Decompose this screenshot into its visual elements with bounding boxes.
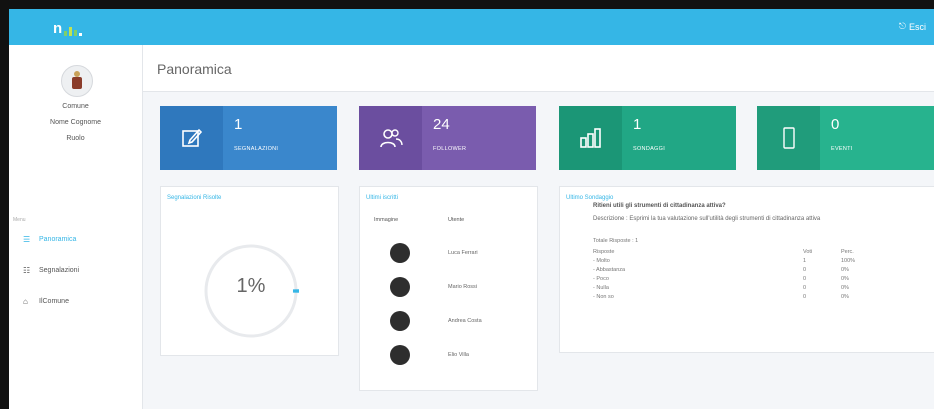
sidebar-item-label: Segnalazioni [39, 267, 80, 274]
tile-label: SONDAGGI [633, 146, 666, 152]
header-risposte: Risposte [593, 249, 615, 255]
sidebar: Comune Nome Cognome Ruolo Menu ☰ Panoram… [9, 45, 143, 409]
top-bar: n ⎋ Esci [9, 9, 934, 45]
list-item: Elio Villa [360, 345, 537, 369]
tile-value: 1 [234, 116, 243, 133]
sidebar-item-segnalazioni[interactable]: ☷ Segnalazioni [23, 266, 80, 275]
answer-label: - Poco [593, 276, 609, 282]
chart-icon [559, 106, 622, 170]
user-name[interactable]: Luca Ferrari [448, 250, 478, 256]
tile-value: 0 [831, 116, 840, 133]
tile-label: FOLLOWER [433, 146, 467, 152]
panel-title: Ultimo Sondaggio [566, 195, 614, 201]
answer-label: - Non so [593, 294, 614, 300]
answer-votes: 0 [803, 285, 807, 291]
list-item: Andrea Costa [360, 311, 537, 335]
app-logo[interactable]: n [53, 18, 83, 36]
resolved-reports-panel: Segnalazioni Risolte 1% [160, 186, 339, 356]
answer-percent: 0% [841, 276, 849, 282]
header-voti: Voti [803, 249, 813, 255]
users-icon [359, 106, 422, 170]
main-content: Panoramica 1 SEGNALAZIONI 24 FOLLOWER 1 … [143, 45, 934, 409]
page-title: Panoramica [157, 61, 232, 77]
user-avatar [390, 243, 410, 263]
panel-title: Ultimi iscritti [366, 195, 398, 201]
tile-eventi[interactable]: 0 EVENTI [757, 106, 934, 170]
answer-votes: 0 [803, 267, 807, 273]
table-row: - Non so 0 0% [593, 293, 873, 302]
tile-label: EVENTI [831, 146, 853, 152]
tile-segnalazioni[interactable]: 1 SEGNALAZIONI [160, 106, 337, 170]
app-window: n ⎋ Esci Comune Nome Cognome Ruolo Menu … [9, 9, 934, 409]
municipality-crest [61, 65, 93, 97]
answer-label: - Molto [593, 258, 610, 264]
user-name[interactable]: Mario Rossi [448, 284, 477, 290]
logout-icon: ⎋ [898, 21, 906, 31]
phone-icon [757, 106, 820, 170]
page-header: Panoramica [143, 45, 934, 92]
sidebar-info-comune: Comune [62, 103, 89, 110]
column-header-user: Utente [448, 217, 465, 223]
sidebar-item-label: IlComune [39, 298, 69, 305]
table-row: - Molto 1 100% [593, 257, 873, 266]
answer-percent: 0% [841, 285, 849, 291]
table-row: - Nulla 0 0% [593, 284, 873, 293]
column-header-image: Immagine [374, 217, 399, 223]
user-name[interactable]: Elio Villa [448, 352, 469, 358]
sidebar-info-name: Nome Cognome [50, 119, 101, 126]
list-item: Mario Rossi [360, 277, 537, 301]
table-row: - Abbastanza 0 0% [593, 266, 873, 275]
survey-total: Totale Risposte : 1 [593, 238, 639, 244]
sidebar-item-label: Panoramica [39, 236, 77, 243]
table-row: - Poco 0 0% [593, 275, 873, 284]
list-icon: ☷ [23, 266, 31, 275]
answer-votes: 0 [803, 294, 807, 300]
sidebar-menu-label: Menu [13, 217, 26, 223]
sidebar-user-info: Comune Nome Cognome Ruolo [9, 103, 142, 143]
answer-votes: 0 [803, 276, 807, 282]
latest-survey-panel: Ultimo Sondaggio Ritieni utili gli strum… [559, 186, 934, 353]
tile-value: 1 [633, 116, 642, 133]
survey-description: Descrizione : Esprimi la tua valutazione… [593, 216, 821, 222]
tile-follower[interactable]: 24 FOLLOWER [359, 106, 536, 170]
latest-users-panel: Ultimi iscritti Immagine Utente Luca Fer… [359, 186, 538, 391]
list-icon: ☰ [23, 235, 31, 244]
edit-icon [160, 106, 223, 170]
answer-label: - Abbastanza [593, 267, 626, 273]
logout-button[interactable]: ⎋ Esci [899, 21, 926, 32]
table-header-row: Risposte Voti Perc. [593, 248, 873, 257]
answer-label: - Nulla [593, 285, 609, 291]
user-avatar [390, 311, 410, 331]
answer-percent: 100% [841, 258, 856, 264]
tile-sondaggi[interactable]: 1 SONDAGGI [559, 106, 736, 170]
tile-value: 24 [433, 116, 450, 133]
panel-title: Segnalazioni Risolte [167, 195, 222, 201]
user-avatar [390, 345, 410, 365]
logout-label: Esci [908, 21, 926, 32]
building-icon: ⌂ [23, 297, 28, 306]
header-perc: Perc. [841, 249, 854, 255]
sidebar-info-role: Ruolo [66, 135, 85, 142]
sidebar-item-ilcomune[interactable]: ⌂ IlComune [23, 297, 69, 306]
progress-value: 1% [236, 275, 266, 297]
survey-results-table: Risposte Voti Perc. - Molto 1 100% - Abbas… [593, 248, 873, 302]
list-item: Luca Ferrari [360, 243, 537, 267]
user-name[interactable]: Andrea Costa [448, 318, 482, 324]
sidebar-item-panoramica[interactable]: ☰ Panoramica [23, 235, 77, 244]
tile-label: SEGNALAZIONI [234, 146, 279, 152]
answer-percent: 0% [841, 294, 849, 300]
answer-votes: 1 [803, 258, 807, 264]
survey-question: Ritieni utili gli strumenti di cittadina… [593, 203, 726, 209]
answer-percent: 0% [841, 267, 849, 273]
user-avatar [390, 277, 410, 297]
